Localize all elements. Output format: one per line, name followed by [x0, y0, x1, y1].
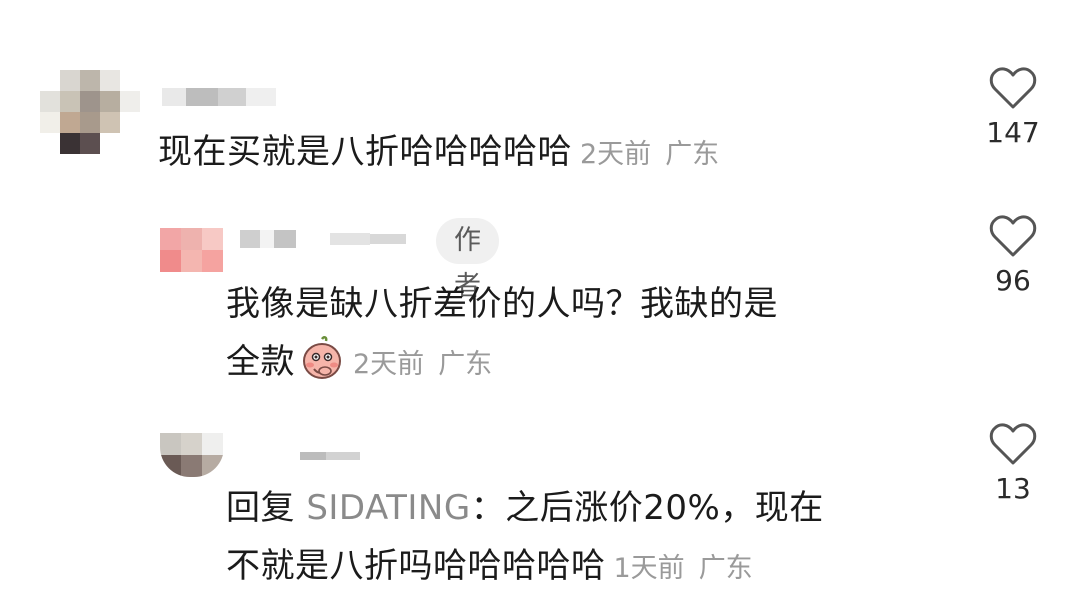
comment-text-line-2: 全款 2天前 广东: [226, 334, 492, 398]
comment-meta: 2天前 广东: [580, 139, 719, 170]
like-count: 96: [995, 264, 1031, 297]
like-button[interactable]: 13: [973, 422, 1053, 505]
like-count: 147: [986, 116, 1040, 149]
avatar[interactable]: [160, 433, 224, 477]
like-button[interactable]: 96: [973, 214, 1053, 297]
reply-target-username[interactable]: SIDATING: [306, 488, 470, 528]
avatar[interactable]: [160, 228, 224, 272]
comment-text-line-1: 回复 SIDATING：之后涨价20%，现在: [226, 488, 824, 528]
username-blurred[interactable]: [162, 88, 276, 106]
comment-location: 广东: [665, 139, 720, 170]
reply-prefix: 回复: [226, 488, 295, 528]
author-badge: 作者: [436, 218, 499, 302]
like-count: 13: [995, 472, 1031, 505]
like-button[interactable]: 147: [973, 66, 1053, 149]
comment-location: 广东: [438, 349, 493, 380]
comment-time: 2天前: [353, 349, 425, 380]
comment-time: 1天前: [613, 553, 685, 584]
comment-text: 现在买就是八折哈哈哈哈哈 2天前 广东: [158, 132, 720, 172]
comment-meta: 2天前 广东: [353, 349, 492, 380]
comment-text-line-1: 我像是缺八折差价的人吗？我缺的是: [226, 284, 778, 324]
comment-location: 广东: [698, 553, 753, 584]
comment-time: 2天前: [580, 139, 652, 170]
heart-outline-icon: [989, 67, 1037, 109]
comment-text-line-2: 不就是八折吗哈哈哈哈哈 1天前 广东: [226, 546, 753, 586]
avatar[interactable]: [40, 70, 140, 155]
heart-outline-icon: [989, 215, 1037, 257]
blush-emoji-icon: [299, 335, 345, 398]
username-blurred[interactable]: [240, 230, 406, 248]
username-blurred[interactable]: [300, 452, 360, 460]
comment-meta: 1天前 广东: [614, 553, 753, 584]
heart-outline-icon: [989, 423, 1037, 465]
